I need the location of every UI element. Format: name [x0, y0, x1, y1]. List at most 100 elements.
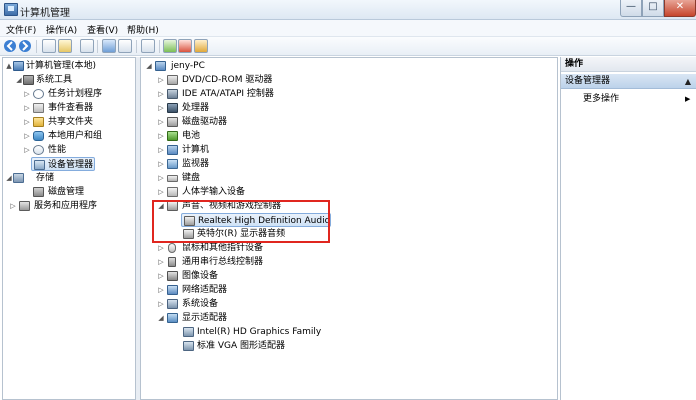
minimize-button[interactable]: — [620, 0, 642, 17]
storage-icon [13, 173, 24, 183]
expand-triangle-icon[interactable]: ▷ [23, 129, 31, 143]
menu-file[interactable]: 文件(F) [6, 23, 36, 36]
toolbar [0, 37, 696, 56]
device-category-label: 计算机 [182, 145, 210, 155]
menu-bar: 文件(F) 操作(A) 查看(V) 帮助(H) [0, 20, 696, 37]
event-log-icon [33, 103, 44, 113]
camera-icon [167, 271, 178, 281]
system-device-icon [167, 299, 178, 309]
tree-item-label: 系统工具 [36, 75, 73, 85]
computer-icon [13, 61, 24, 71]
menu-action[interactable]: 操作(A) [46, 23, 77, 36]
clock-icon [33, 89, 44, 99]
action-pane: 操作 设备管理器 ▲ 更多操作 ▶ [560, 57, 696, 400]
expand-triangle-icon[interactable]: ▷ [157, 157, 165, 171]
collapse-triangle-icon[interactable]: ◢ [157, 311, 165, 325]
tree-item-label: 计算机管理(本地) [26, 61, 97, 71]
expand-triangle-icon[interactable]: ▷ [157, 73, 165, 87]
tree-item-label: 任务计划程序 [48, 89, 103, 99]
uninstall-device-icon[interactable] [178, 39, 192, 53]
disk-icon [33, 187, 44, 197]
menu-help[interactable]: 帮助(H) [127, 23, 159, 36]
device-manager-icon [34, 160, 45, 170]
up-folder-icon[interactable] [42, 39, 56, 53]
expand-triangle-icon[interactable]: ▷ [157, 185, 165, 199]
collapse-triangle-icon[interactable]: ◢ [15, 73, 23, 87]
disable-device-icon[interactable] [194, 39, 208, 53]
tree-item-label: 事件查看器 [48, 103, 94, 113]
toolbar-separator [159, 40, 160, 53]
submenu-arrow-icon: ▶ [685, 95, 691, 103]
device-category-label: 显示适配器 [182, 313, 228, 323]
expand-triangle-icon[interactable]: ▷ [157, 171, 165, 185]
action-pane-header: 操作 [561, 57, 696, 72]
expand-triangle-icon[interactable]: ▷ [23, 143, 31, 157]
device-category-label: 电池 [182, 131, 201, 141]
expand-triangle-icon[interactable]: ▷ [23, 101, 31, 115]
expand-triangle-icon[interactable]: ▷ [23, 87, 31, 101]
toolbar-separator [36, 40, 37, 53]
show-hide-tree-icon[interactable] [58, 39, 72, 53]
disk-drive-icon [167, 117, 178, 127]
network-icon [167, 285, 178, 295]
expand-triangle-icon[interactable]: ▷ [157, 297, 165, 311]
tree-item-label: 存储 [36, 173, 55, 183]
display-adapter-icon [167, 313, 178, 323]
expand-triangle-icon[interactable]: ▷ [157, 269, 165, 283]
tree-item-label: 服务和应用程序 [34, 201, 98, 211]
device-category-label: 通用串行总线控制器 [182, 257, 264, 267]
tree-item-label: 性能 [48, 145, 67, 155]
toolbar-separator [97, 40, 98, 53]
scan-hardware-icon[interactable] [141, 39, 155, 53]
device-category-label: 网络适配器 [182, 285, 228, 295]
back-arrow-icon[interactable] [3, 39, 17, 53]
show-hide-action-pane-icon[interactable] [118, 39, 132, 53]
action-section-label: 设备管理器 [565, 76, 611, 86]
computer-management-icon [4, 3, 18, 16]
collapse-triangle-icon[interactable]: ▲ [5, 59, 13, 73]
window-title: 计算机管理 [20, 8, 70, 19]
tree-item-label: 共享文件夹 [48, 117, 94, 127]
keyboard-icon [167, 175, 178, 182]
device-category-label: IDE ATA/ATAPI 控制器 [182, 89, 274, 99]
collapse-triangle-icon[interactable]: ◢ [5, 171, 13, 185]
action-section-device-manager[interactable]: 设备管理器 ▲ [561, 74, 696, 89]
close-button[interactable]: ✕ [664, 0, 696, 17]
device-category-label: 磁盘驱动器 [182, 117, 228, 127]
update-driver-icon[interactable] [163, 39, 177, 53]
maximize-button[interactable]: □ [642, 0, 664, 17]
device-item-label: Intel(R) HD Graphics Family [197, 327, 322, 337]
tree-item-device-manager[interactable]: 设备管理器 [31, 157, 95, 171]
properties-icon[interactable] [80, 39, 94, 53]
expand-triangle-icon[interactable]: ▷ [23, 115, 31, 129]
shared-folder-icon [33, 117, 44, 127]
expand-triangle-icon[interactable]: ▷ [157, 87, 165, 101]
collapse-arrow-icon[interactable]: ▲ [685, 74, 691, 89]
menu-view[interactable]: 查看(V) [87, 23, 118, 36]
tree-item-label: 本地用户和组 [48, 131, 103, 141]
more-actions-label: 更多操作 [583, 94, 620, 104]
forward-arrow-icon[interactable] [18, 39, 32, 53]
display-adapter-icon [183, 341, 194, 351]
expand-triangle-icon[interactable]: ▷ [157, 115, 165, 129]
hid-icon [167, 187, 178, 197]
device-category-label: DVD/CD-ROM 驱动器 [182, 75, 273, 85]
device-item-label: 标准 VGA 图形适配器 [197, 341, 286, 351]
expand-triangle-icon[interactable]: ▷ [157, 283, 165, 297]
navigation-tree: ▲ 计算机管理(本地) ◢ 系统工具 ▷ 任务计划程序 ▷ 事件查看器 ▷ 共享… [2, 57, 136, 400]
help-icon[interactable] [102, 39, 116, 53]
expand-triangle-icon[interactable]: ▷ [157, 241, 165, 255]
expand-triangle-icon[interactable]: ▷ [157, 255, 165, 269]
expand-triangle-icon[interactable]: ▷ [157, 101, 165, 115]
computer-icon [167, 145, 178, 155]
more-actions-item[interactable]: 更多操作 ▶ [583, 92, 690, 106]
mouse-icon [168, 243, 176, 253]
device-category-label: 鼠标和其他指针设备 [182, 243, 264, 253]
collapse-triangle-icon[interactable]: ◢ [145, 59, 153, 73]
device-category-label: 系统设备 [182, 299, 219, 309]
device-category-label: 图像设备 [182, 271, 219, 281]
expand-triangle-icon[interactable]: ▷ [157, 143, 165, 157]
expand-triangle-icon[interactable]: ▷ [157, 129, 165, 143]
expand-triangle-icon[interactable]: ▷ [9, 199, 17, 213]
services-icon [19, 201, 30, 211]
